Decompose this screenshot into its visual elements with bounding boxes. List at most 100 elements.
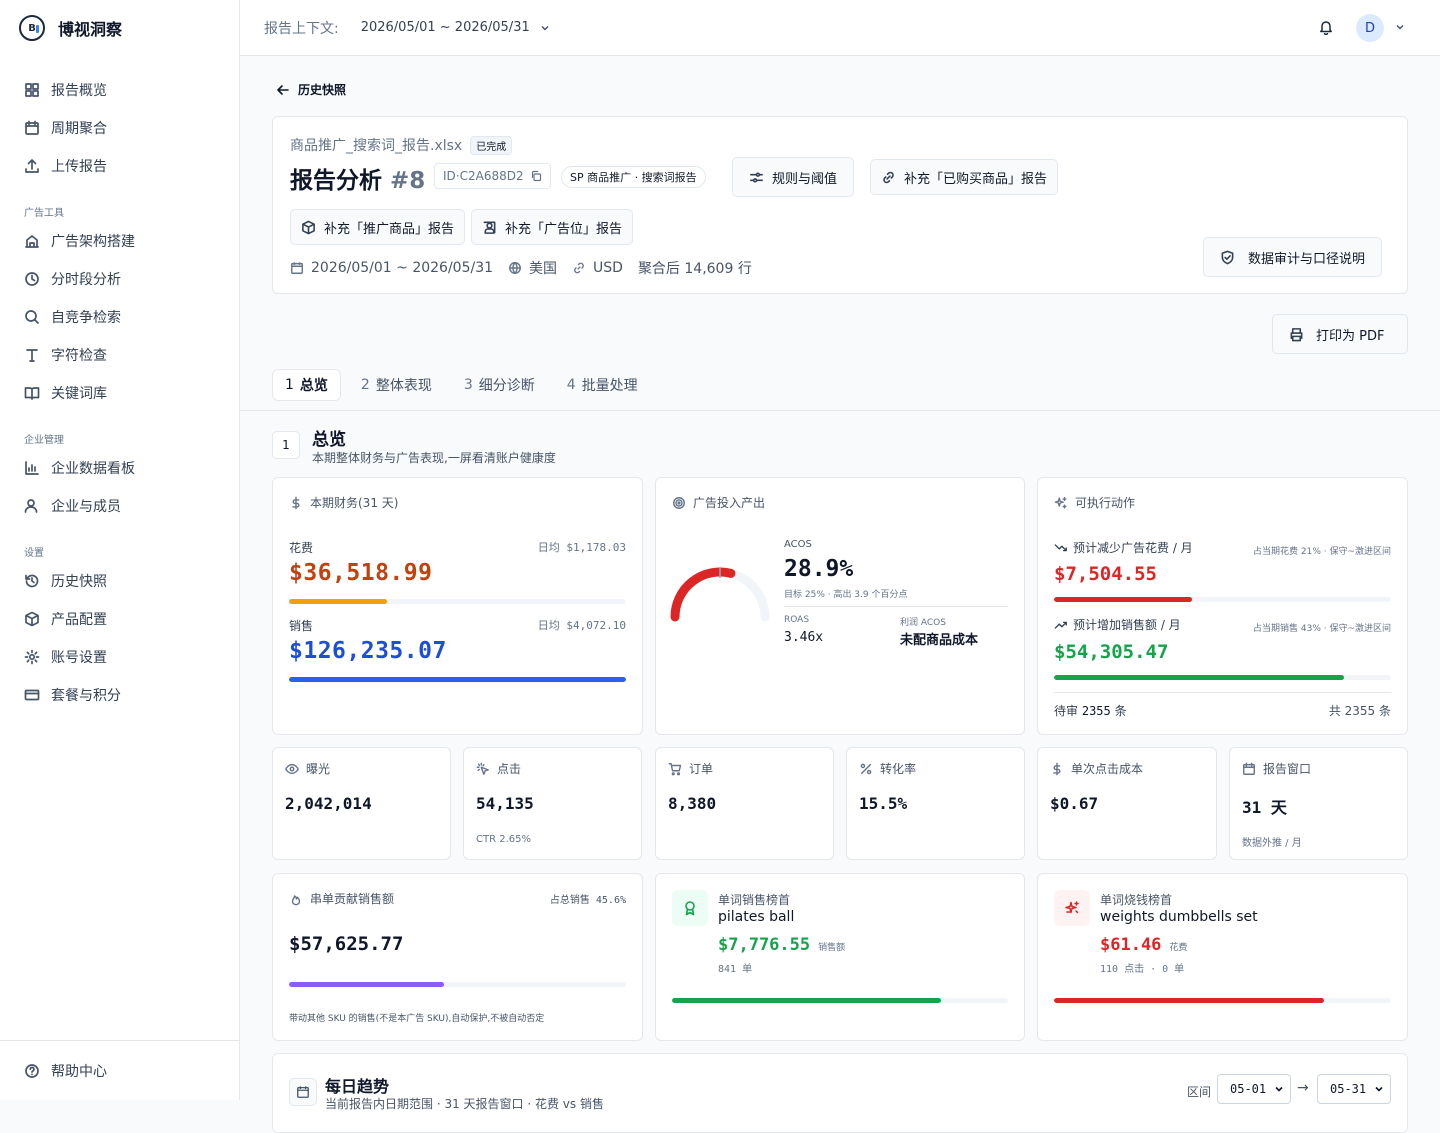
tab-label: 总览	[299, 378, 328, 394]
sidebar-item-ad-structure[interactable]: 广告架构搭建	[0, 222, 239, 260]
sidebar-item-product-config[interactable]: 产品配置	[0, 600, 239, 638]
top-spend-value: $61.46	[1100, 935, 1162, 955]
ad-io-card: 广告投入产出 ACOS 28.9% 目标 25% · 高出 3.9 个百分点 R…	[655, 477, 1025, 735]
trend-from-value: 05-01	[1230, 1082, 1267, 1096]
sidebar-item-plan[interactable]: 套餐与积分	[0, 676, 239, 714]
reduce-spend-note: 占当期花费 21% · 保守~激进区间	[1253, 547, 1391, 557]
building-icon	[25, 235, 39, 248]
page-title-text: 报告分析	[290, 168, 382, 194]
add-placement-report-button[interactable]: 补充「广告位」报告	[471, 209, 634, 245]
kpi-clicks: 点击 54,135 CTR 2.65%	[463, 747, 642, 860]
tab-diagnosis[interactable]: 3 细分诊断	[452, 369, 547, 401]
calendar-icon	[291, 262, 303, 274]
kpi-value: 54,135	[476, 794, 534, 813]
sidebar-item-dayparting[interactable]: 分时段分析	[0, 260, 239, 298]
acos-target-note: 目标 25% · 高出 3.9 个百分点	[784, 590, 908, 600]
acos-gauge-fill	[670, 567, 736, 622]
halo-share: 占总销售 45.6%	[549, 895, 626, 906]
kpi-value: 31 天	[1242, 798, 1287, 817]
topbar: 报告上下文: 2026/05/01 ~ 2026/05/31 D	[240, 0, 1440, 56]
report-context-select[interactable]: 2026/05/01 ~ 2026/05/31	[361, 20, 550, 35]
avatar[interactable]: D	[1356, 14, 1384, 42]
sidebar-item-keyword-library[interactable]: 关键词库	[0, 374, 239, 412]
top-sales-title: 单词销售榜首	[718, 893, 791, 907]
trend-range-label: 区间	[1187, 1085, 1212, 1099]
print-pdf-button[interactable]: 打印为 PDF	[1272, 314, 1408, 354]
sidebar-item-account[interactable]: 账号设置	[0, 638, 239, 676]
kpi-label: 转化率	[880, 762, 917, 776]
bell-icon[interactable]	[1318, 19, 1334, 35]
sidebar-item-label: 上传报告	[51, 159, 107, 175]
data-audit-button[interactable]: 数据审计与口径说明	[1203, 237, 1383, 277]
pending-count[interactable]: 待审 2355 条	[1054, 702, 1127, 719]
top-sales-bar	[672, 998, 1008, 1003]
user-square-icon	[483, 221, 496, 234]
sliders-icon	[750, 171, 763, 183]
halo-note: 带动其他 SKU 的销售(不是本广告 SKU),自动保护,不被自动否定	[289, 1014, 545, 1024]
top-spend-sub: 110 点击 · 0 单	[1100, 964, 1185, 975]
spend-bar	[289, 599, 626, 604]
report-id-copy[interactable]: ID·C2A688D2	[434, 163, 551, 189]
burn-icon-box	[1054, 890, 1090, 926]
top-sales-term[interactable]: pilates ball	[718, 909, 794, 925]
sparkle-burn-icon	[1065, 901, 1079, 914]
add-promoted-report-button[interactable]: 补充「推广商品」报告	[290, 209, 466, 245]
increase-sales-label-text: 预计增加销售额 / 月	[1073, 618, 1181, 632]
trend-range-arrow: →	[1297, 1080, 1309, 1096]
sidebar-item-help[interactable]: 帮助中心	[0, 1052, 107, 1090]
acos-gauge	[670, 567, 770, 622]
top-spend-title: 单词烧钱榜首	[1100, 893, 1173, 907]
kpi-label: 订单	[689, 762, 714, 776]
sidebar-item-period[interactable]: 周期聚合	[0, 109, 239, 147]
users-icon	[24, 499, 38, 513]
kpi-value: 2,042,014	[285, 794, 372, 813]
sidebar-item-char-check[interactable]: 字符检查	[0, 336, 239, 374]
sidebar-item-upload[interactable]: 上传报告	[0, 147, 239, 185]
sidebar-item-overview[interactable]: 报告概览	[0, 71, 239, 109]
sidebar-item-label: 企业与成员	[51, 499, 121, 515]
divider	[1054, 692, 1391, 693]
sidebar-item-self-compete[interactable]: 自竞争检索	[0, 298, 239, 336]
top-sales-sub: 841 单	[718, 964, 753, 975]
increase-sales-note: 占当期销售 43% · 保守~激进区间	[1253, 624, 1391, 634]
top-spend-value-label: 花费	[1169, 943, 1188, 953]
app-logo[interactable]: B 博视洞察	[0, 0, 239, 56]
tab-overall[interactable]: 2 整体表现	[349, 369, 444, 401]
tab-number: 2	[360, 377, 370, 393]
back-link[interactable]: 历史快照	[276, 81, 346, 98]
tab-overview[interactable]: 1 总览	[272, 369, 341, 401]
kpi-impressions: 曝光 2,042,014	[272, 747, 451, 860]
tab-label: 整体表现	[375, 378, 432, 394]
rules-button[interactable]: 规则与阈值	[732, 157, 855, 197]
sidebar-item-label: 套餐与积分	[51, 688, 121, 704]
sidebar-item-enterprise-dashboard[interactable]: 企业数据看板	[0, 449, 239, 487]
tab-bulk[interactable]: 4 批量处理	[555, 369, 650, 401]
chevron-down-icon[interactable]	[1395, 22, 1405, 32]
ad-io-title: 广告投入产出	[693, 496, 766, 510]
top-spend-term[interactable]: weights dumbbells set	[1100, 909, 1258, 925]
percent-icon	[860, 763, 872, 774]
actions-card: 可执行动作 预计减少广告花费 / 月 占当期花费 21% · 保守~激进区间 $…	[1037, 477, 1408, 735]
kpi-sub: CTR 2.65%	[476, 834, 531, 845]
section-subtitle: 本期整体财务与广告表现,一屏看清账户健康度	[312, 451, 556, 465]
sidebar-item-members[interactable]: 企业与成员	[0, 487, 239, 525]
reduce-spend-bar	[1054, 597, 1391, 602]
trend-icon-box	[289, 1078, 317, 1106]
trend-subtitle: 当前报告内日期范围 · 31 天报告窗口 · 花费 vs 销售	[325, 1097, 604, 1111]
kpi-sub: 数据外推 / 月	[1242, 838, 1302, 849]
printer-icon	[1290, 327, 1303, 341]
kpi-value: 15.5%	[859, 794, 908, 813]
tab-number: 3	[463, 377, 473, 393]
data-audit-label: 数据审计与口径说明	[1248, 251, 1366, 267]
top-sales-value: $7,776.55	[718, 935, 811, 955]
reduce-spend-label-text: 预计减少广告花费 / 月	[1073, 541, 1193, 555]
status-badge: 已完成	[470, 135, 513, 155]
flame-icon	[291, 894, 301, 905]
spend-value: $36,518.99	[289, 560, 433, 586]
kpi-label: 点击	[497, 762, 522, 776]
pending-unit: 条	[1114, 704, 1127, 718]
nav-section-ad-tools: 广告工具	[24, 208, 64, 219]
report-type-badge: SP 商品推广 · 搜索词报告	[561, 166, 706, 188]
sidebar-item-history[interactable]: 历史快照	[0, 562, 239, 600]
add-purchased-report-button[interactable]: 补充「已购买商品」报告	[870, 159, 1059, 195]
